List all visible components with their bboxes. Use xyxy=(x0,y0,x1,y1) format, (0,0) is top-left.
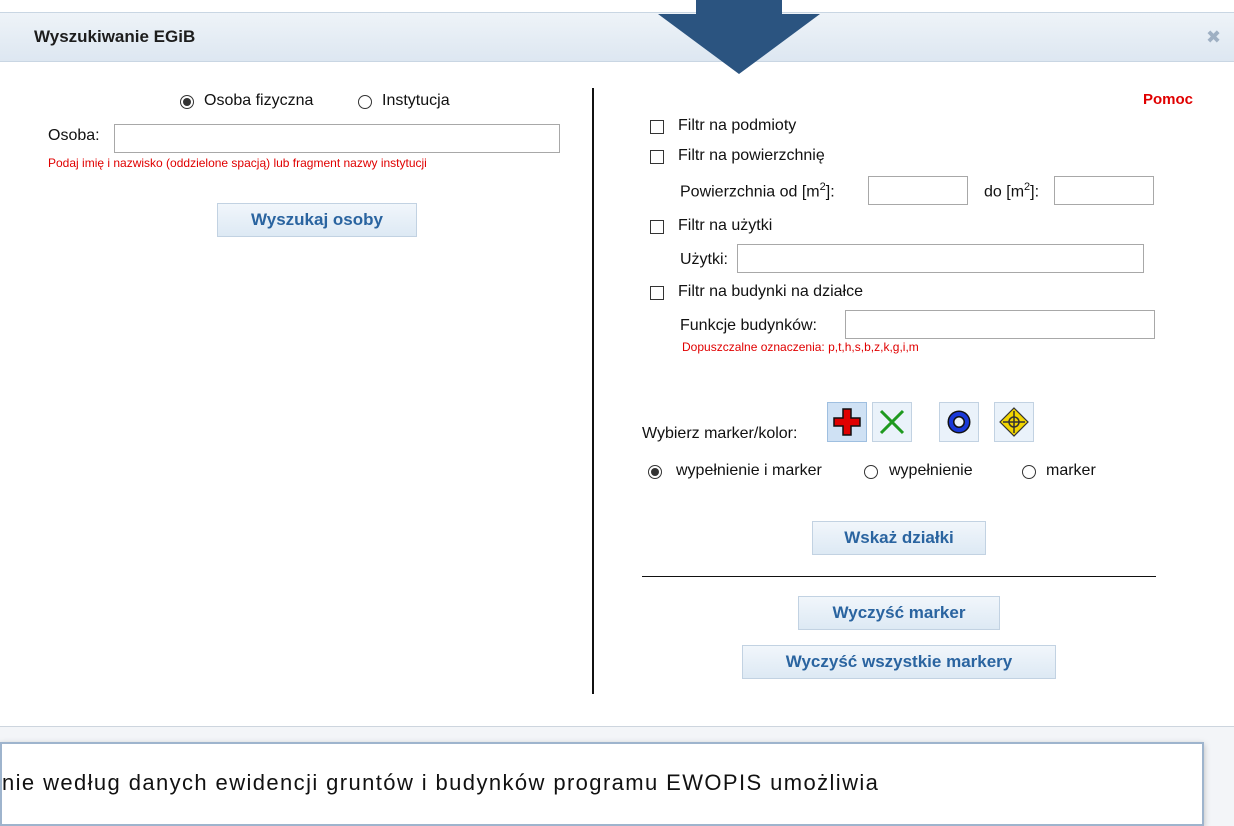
help-link[interactable]: Pomoc xyxy=(1143,91,1193,108)
fill-label: wypełnienie xyxy=(889,462,973,479)
marker-label: Wybierz marker/kolor: xyxy=(642,425,798,442)
filter-area-label: Filtr na powierzchnię xyxy=(678,147,825,164)
filter-subjects-label: Filtr na podmioty xyxy=(678,117,797,134)
buildings-label: Funkcje budynków: xyxy=(680,317,817,334)
search-dialog: Wyszukiwanie EGiB ✖ Osoba fizyczna Insty… xyxy=(0,0,1234,727)
red-cross-marker-button[interactable] xyxy=(827,402,867,442)
area-from-label: Powierzchnia od [m2]: xyxy=(680,181,835,201)
fill-and-marker-label: wypełnienie i marker xyxy=(676,462,822,479)
green-x-marker-icon xyxy=(879,409,905,435)
yellow-crosshair-marker-icon xyxy=(999,407,1029,437)
clear-all-markers-button[interactable]: Wyczyść wszystkie markery xyxy=(742,645,1056,679)
show-parcels-button[interactable]: Wskaż działki xyxy=(812,521,986,555)
vertical-divider xyxy=(592,88,594,694)
green-x-marker-button[interactable] xyxy=(872,402,912,442)
description-box: nie według danych ewidencji gruntów i bu… xyxy=(0,742,1204,826)
area-from-text: Powierzchnia od [m xyxy=(680,183,820,201)
person-radio-label: Osoba fizyczna xyxy=(204,92,314,109)
fill-radio[interactable] xyxy=(864,465,878,479)
search-persons-button[interactable]: Wyszukaj osoby xyxy=(217,203,417,237)
fill-and-marker-radio[interactable] xyxy=(648,465,662,479)
buildings-hint: Dopuszczalne oznaczenia: p,t,h,s,b,z,k,g… xyxy=(682,340,919,354)
buildings-input[interactable] xyxy=(845,310,1155,339)
yellow-crosshair-marker-button[interactable] xyxy=(994,402,1034,442)
landuse-input[interactable] xyxy=(737,244,1144,273)
dialog-title: Wyszukiwanie EGiB xyxy=(34,27,196,46)
area-from-unit-close: ]: xyxy=(825,183,835,201)
horizontal-divider xyxy=(642,576,1156,577)
filter-buildings-label: Filtr na budynki na działce xyxy=(678,283,863,300)
filter-landuse-label: Filtr na użytki xyxy=(678,217,773,234)
marker-mode-label: marker xyxy=(1046,462,1096,479)
filter-subjects-checkbox[interactable] xyxy=(650,120,664,134)
description-text: nie według danych ewidencji gruntów i bu… xyxy=(2,770,880,795)
area-to-text: do [m xyxy=(984,183,1025,201)
area-to-input[interactable] xyxy=(1054,176,1154,205)
institution-radio-label: Instytucja xyxy=(382,92,450,109)
marker-radio[interactable] xyxy=(1022,465,1036,479)
blue-ring-marker-icon xyxy=(947,410,971,434)
filter-buildings-checkbox[interactable] xyxy=(650,286,664,300)
area-to-unit-close: ]: xyxy=(1030,183,1040,201)
dialog-titlebar: Wyszukiwanie EGiB ✖ xyxy=(0,12,1234,62)
clear-marker-button[interactable]: Wyczyść marker xyxy=(798,596,1000,630)
filter-landuse-checkbox[interactable] xyxy=(650,220,664,234)
person-input[interactable] xyxy=(114,124,560,153)
close-icon[interactable]: ✖ xyxy=(1206,27,1221,48)
person-label: Osoba: xyxy=(48,127,100,144)
area-to-label: do [m2]: xyxy=(984,181,1039,201)
person-radio[interactable] xyxy=(180,95,194,109)
arrow-down-icon xyxy=(658,0,820,74)
area-from-input[interactable] xyxy=(868,176,968,205)
blue-ring-marker-button[interactable] xyxy=(939,402,979,442)
filter-area-checkbox[interactable] xyxy=(650,150,664,164)
red-cross-marker-icon xyxy=(833,408,861,436)
landuse-label: Użytki: xyxy=(680,251,728,268)
institution-radio[interactable] xyxy=(358,95,372,109)
person-hint: Podaj imię i nazwisko (oddzielone spacją… xyxy=(48,156,427,170)
